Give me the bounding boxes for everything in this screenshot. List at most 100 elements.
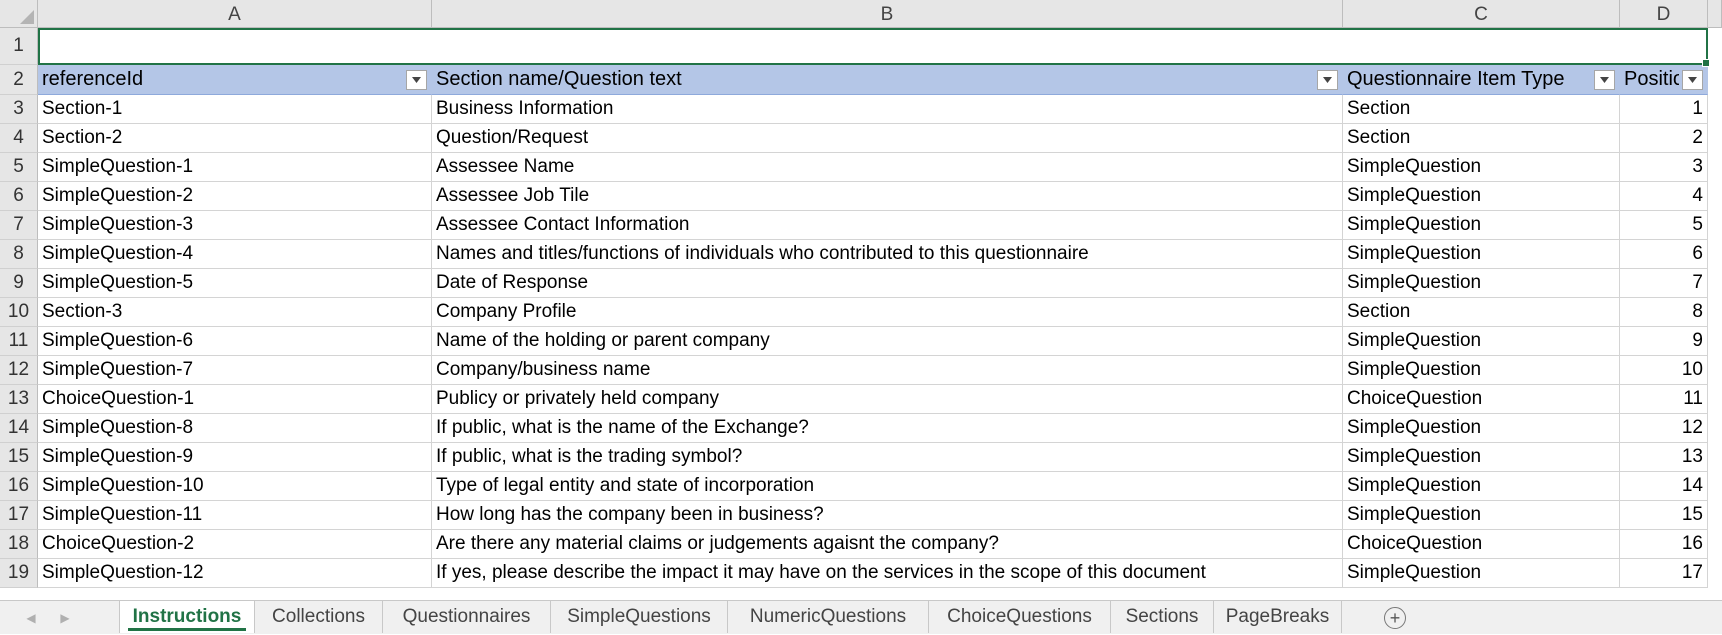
reference-id-cell[interactable]: ChoiceQuestion-2 [38,530,432,559]
question-text-header[interactable]: Section name/Question text [432,65,1343,95]
question-text-cell[interactable]: Names and titles/functions of individual… [432,240,1343,269]
item-type-cell[interactable]: SimpleQuestion [1343,443,1620,472]
column-header-b[interactable]: B [432,0,1343,28]
position-cell[interactable]: 12 [1620,414,1708,443]
row-header[interactable]: 18 [0,530,38,559]
sheet-tab-simplequestions[interactable]: SimpleQuestions [551,601,728,633]
position-cell[interactable]: 1 [1620,95,1708,124]
reference-id-cell[interactable]: SimpleQuestion-7 [38,356,432,385]
filter-dropdown-icon[interactable] [1317,69,1338,90]
position-cell[interactable]: 5 [1620,211,1708,240]
reference-id-cell[interactable]: SimpleQuestion-2 [38,182,432,211]
row-header[interactable]: 3 [0,95,38,124]
row-header[interactable]: 1 [0,28,38,65]
active-cell-selection[interactable] [38,28,1710,67]
reference-id-cell[interactable]: SimpleQuestion-11 [38,501,432,530]
row-header[interactable]: 12 [0,356,38,385]
sheet-nav-next-icon[interactable]: ▶ [54,601,76,635]
position-cell[interactable]: 3 [1620,153,1708,182]
question-text-cell[interactable]: Business Information [432,95,1343,124]
row-header[interactable]: 2 [0,65,38,95]
question-text-cell[interactable]: Assessee Job Tile [432,182,1343,211]
row-header[interactable]: 19 [0,559,38,588]
position-cell[interactable]: 9 [1620,327,1708,356]
item-type-cell[interactable]: SimpleQuestion [1343,327,1620,356]
row-header[interactable]: 4 [0,124,38,153]
item-type-cell[interactable]: SimpleQuestion [1343,240,1620,269]
item-type-cell[interactable]: SimpleQuestion [1343,182,1620,211]
sheet-tab-instructions[interactable]: Instructions [119,601,255,633]
position-cell[interactable]: 2 [1620,124,1708,153]
item-type-cell[interactable]: SimpleQuestion [1343,211,1620,240]
row-header[interactable]: 8 [0,240,38,269]
select-all-corner[interactable] [0,0,38,28]
reference-id-cell[interactable]: SimpleQuestion-9 [38,443,432,472]
reference-id-cell[interactable]: SimpleQuestion-10 [38,472,432,501]
item-type-cell[interactable]: SimpleQuestion [1343,414,1620,443]
position-cell[interactable]: 17 [1620,559,1708,588]
column-header-d[interactable]: D [1620,0,1708,28]
position-header[interactable]: Position [1620,65,1708,95]
position-cell[interactable]: 15 [1620,501,1708,530]
question-text-cell[interactable]: Question/Request [432,124,1343,153]
row-header[interactable]: 11 [0,327,38,356]
question-text-cell[interactable]: If yes, please describe the impact it ma… [432,559,1343,588]
item-type-header[interactable]: Questionnaire Item Type [1343,65,1620,95]
fill-handle[interactable] [1702,59,1710,67]
question-text-cell[interactable]: How long has the company been in busines… [432,501,1343,530]
sheet-tab-choicequestions[interactable]: ChoiceQuestions [929,601,1111,633]
sheet-tab-questionnaires[interactable]: Questionnaires [383,601,551,633]
reference-id-header[interactable]: referenceId [38,65,432,95]
position-cell[interactable]: 10 [1620,356,1708,385]
question-text-cell[interactable]: Publicy or privately held company [432,385,1343,414]
row-header[interactable]: 9 [0,269,38,298]
question-text-cell[interactable]: Type of legal entity and state of incorp… [432,472,1343,501]
position-cell[interactable]: 11 [1620,385,1708,414]
question-text-cell[interactable]: Company Profile [432,298,1343,327]
reference-id-cell[interactable]: ChoiceQuestion-1 [38,385,432,414]
item-type-cell[interactable]: SimpleQuestion [1343,501,1620,530]
reference-id-cell[interactable]: SimpleQuestion-4 [38,240,432,269]
filter-dropdown-icon[interactable] [406,69,427,90]
spreadsheet-grid[interactable]: ABCD 1 2 referenceId Section name/Question … [0,0,1722,600]
filter-dropdown-icon[interactable] [1682,69,1703,90]
sheet-tab-sections[interactable]: Sections [1111,601,1214,633]
question-text-cell[interactable]: Company/business name [432,356,1343,385]
reference-id-cell[interactable]: SimpleQuestion-8 [38,414,432,443]
position-cell[interactable]: 7 [1620,269,1708,298]
item-type-cell[interactable]: Section [1343,298,1620,327]
position-cell[interactable]: 4 [1620,182,1708,211]
item-type-cell[interactable]: SimpleQuestion [1343,356,1620,385]
question-text-cell[interactable]: Are there any material claims or judgeme… [432,530,1343,559]
sheet-tab-collections[interactable]: Collections [255,601,383,633]
position-cell[interactable]: 14 [1620,472,1708,501]
item-type-cell[interactable]: ChoiceQuestion [1343,530,1620,559]
reference-id-cell[interactable]: Section-3 [38,298,432,327]
item-type-cell[interactable]: Section [1343,124,1620,153]
question-text-cell[interactable]: Assessee Name [432,153,1343,182]
question-text-cell[interactable]: If public, what is the name of the Excha… [432,414,1343,443]
row-header[interactable]: 14 [0,414,38,443]
position-cell[interactable]: 6 [1620,240,1708,269]
reference-id-cell[interactable]: Section-1 [38,95,432,124]
reference-id-cell[interactable]: SimpleQuestion-5 [38,269,432,298]
row-header[interactable]: 17 [0,501,38,530]
add-sheet-icon[interactable]: + [1384,607,1406,629]
sheet-tab-pagebreaks[interactable]: PageBreaks [1214,601,1342,633]
row-header[interactable]: 6 [0,182,38,211]
filter-dropdown-icon[interactable] [1594,69,1615,90]
row-header[interactable]: 5 [0,153,38,182]
row-header[interactable]: 13 [0,385,38,414]
row-header[interactable]: 10 [0,298,38,327]
reference-id-cell[interactable]: SimpleQuestion-6 [38,327,432,356]
row-header[interactable]: 15 [0,443,38,472]
question-text-cell[interactable]: Name of the holding or parent company [432,327,1343,356]
row-header[interactable]: 16 [0,472,38,501]
position-cell[interactable]: 13 [1620,443,1708,472]
reference-id-cell[interactable]: Section-2 [38,124,432,153]
question-text-cell[interactable]: Assessee Contact Information [432,211,1343,240]
item-type-cell[interactable]: Section [1343,95,1620,124]
question-text-cell[interactable]: If public, what is the trading symbol? [432,443,1343,472]
sheet-tab-numericquestions[interactable]: NumericQuestions [728,601,929,633]
row-header[interactable]: 7 [0,211,38,240]
